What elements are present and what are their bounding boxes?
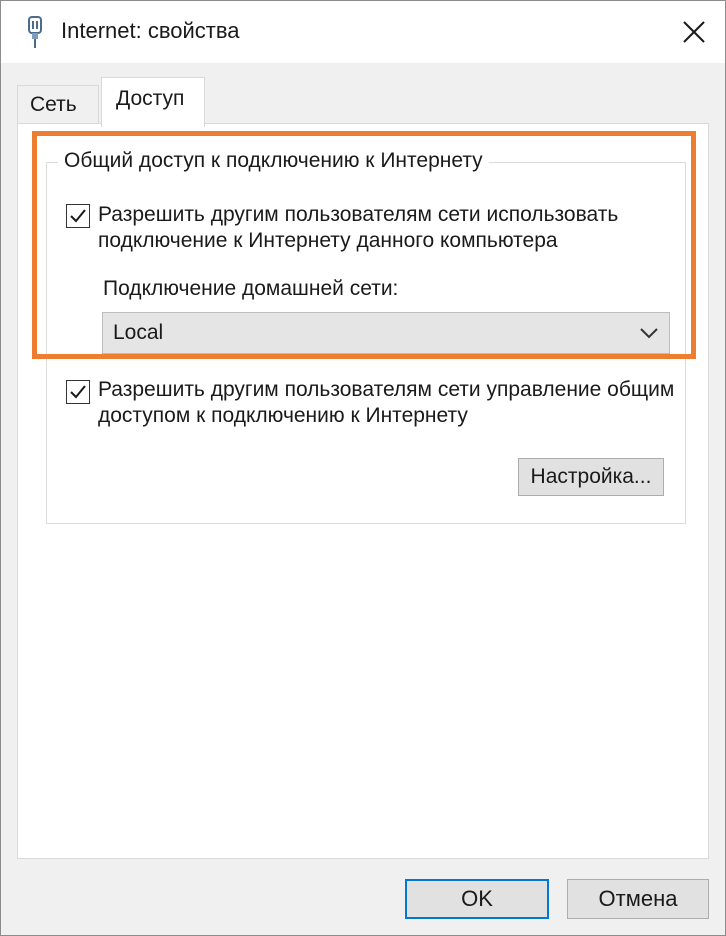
window-title: Internet: свойства xyxy=(61,18,240,43)
settings-button[interactable]: Настройка... xyxy=(518,458,664,496)
network-connection-icon xyxy=(23,15,47,49)
cancel-button[interactable]: Отмена xyxy=(567,879,709,919)
allow-control-label[interactable]: Разрешить другим пользователям сети упра… xyxy=(98,377,698,429)
tab-access[interactable]: Доступ xyxy=(101,77,205,127)
close-icon xyxy=(683,21,705,43)
tab-network[interactable]: Сеть xyxy=(17,85,99,125)
tab-network-label: Сеть xyxy=(30,93,77,116)
tab-access-label: Доступ xyxy=(116,87,185,110)
allow-control-checkbox[interactable] xyxy=(66,380,90,404)
close-button[interactable] xyxy=(663,1,725,63)
properties-dialog: Internet: свойства Сеть Доступ Общий дос… xyxy=(0,0,726,936)
ok-button[interactable]: OK xyxy=(405,879,549,919)
title-bar: Internet: свойства xyxy=(1,1,725,63)
checkmark-icon xyxy=(70,385,86,399)
highlight-frame xyxy=(32,131,696,359)
